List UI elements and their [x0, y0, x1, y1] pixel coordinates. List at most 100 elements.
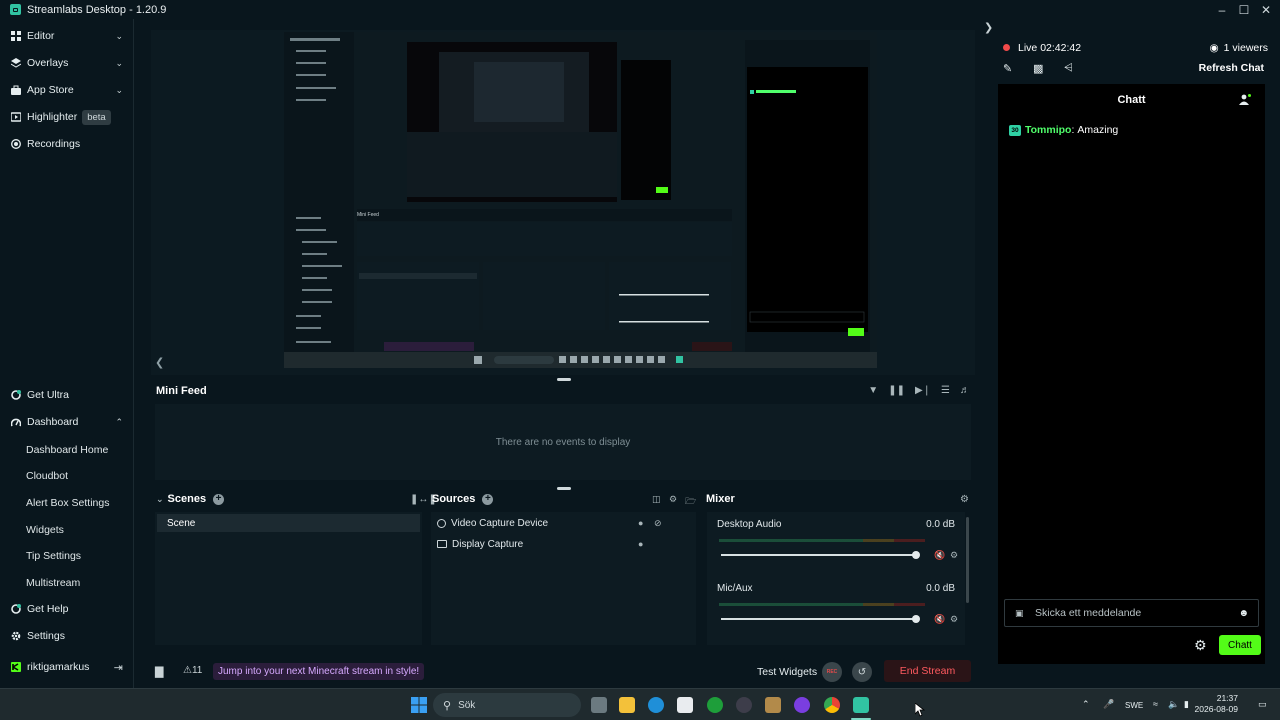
sidebar-item-account[interactable]: riktigamarkus ⇥ — [0, 656, 134, 678]
volume-slider-handle[interactable] — [912, 551, 920, 559]
panels-resize-handle[interactable] — [557, 487, 571, 490]
source-item[interactable]: Display Capture ● — [437, 536, 691, 552]
task-view-icon[interactable] — [591, 697, 607, 713]
gear-icon[interactable]: ⚙ — [960, 494, 969, 505]
close-icon[interactable]: ✕ — [1255, 0, 1277, 19]
taskbar-search[interactable]: ⚲ Sök — [433, 693, 581, 717]
xbox-icon[interactable] — [707, 697, 723, 713]
app-icon[interactable] — [794, 697, 810, 713]
notifications-icon[interactable]: ▭ — [1258, 699, 1267, 710]
status-footer: ▇ ⚠11 Jump into your next Minecraft stre… — [150, 656, 980, 686]
windows-start-icon[interactable] — [411, 697, 427, 713]
chevron-left-icon[interactable]: ❮ — [155, 356, 164, 369]
streamlabs-taskbar-icon[interactable] — [853, 697, 869, 713]
source-folder-icon[interactable]: ◫ — [652, 494, 661, 505]
volume-icon[interactable]: ♬ — [960, 385, 970, 396]
skip-icon[interactable]: ▶❘ — [915, 385, 931, 396]
chat-username[interactable]: Tommipo — [1025, 124, 1071, 136]
mixer-header: Mixer — [706, 493, 735, 505]
minimize-icon[interactable]: – — [1211, 0, 1233, 19]
source-properties-icon[interactable]: ⚙ — [669, 494, 677, 505]
taskbar-clock[interactable]: 21:37 2026-08-09 — [1195, 693, 1238, 715]
widgets-link[interactable]: Widgets — [26, 524, 64, 536]
mute-icon[interactable]: 🔇 — [934, 614, 945, 625]
mute-icon[interactable]: 🔇 — [934, 550, 945, 561]
lock-icon[interactable]: ● — [638, 539, 643, 549]
sidebar-item-label: Get Help — [27, 603, 69, 615]
end-stream-button[interactable]: End Stream — [884, 660, 971, 682]
edit-stream-icon[interactable]: ✎ — [1003, 62, 1012, 75]
gear-icon[interactable]: ⚙ — [1194, 637, 1207, 654]
multistream-link[interactable]: Multistream — [26, 577, 80, 589]
add-source-icon[interactable]: + — [482, 493, 494, 505]
replay-buffer-icon[interactable]: ↺ — [852, 662, 872, 682]
scenes-header: ⌄ Scenes + — [156, 493, 225, 505]
alert-icon[interactable]: ⚠11 — [183, 665, 202, 676]
chrome-icon[interactable] — [824, 697, 840, 713]
share-icon[interactable]: ⩤ — [1064, 62, 1073, 75]
scene-item[interactable]: Scene — [157, 514, 420, 532]
emote-menu-icon[interactable]: ▣ — [1015, 608, 1024, 619]
media-player-icon[interactable] — [736, 697, 752, 713]
stream-preview[interactable]: ❮ Mini Feed — [151, 30, 975, 375]
wifi-icon[interactable]: ≈ — [1153, 699, 1158, 709]
video-icon[interactable]: ▩ — [1033, 62, 1043, 75]
sidebar-item-get-ultra[interactable]: Get Ultra — [0, 384, 134, 406]
promo-banner[interactable]: Jump into your next Minecraft stream in … — [213, 663, 425, 680]
gear-icon[interactable]: ⚙ — [950, 550, 958, 561]
maximize-icon[interactable]: ☐ — [1233, 0, 1255, 19]
chevron-up-icon[interactable]: ⌃ — [1082, 699, 1090, 710]
volume-slider[interactable] — [721, 618, 917, 620]
edge-icon[interactable] — [648, 697, 664, 713]
game-library-icon[interactable] — [765, 697, 781, 713]
lock-icon[interactable]: ● — [638, 518, 643, 528]
add-folder-icon[interactable]: 🗁 — [685, 494, 696, 510]
language-indicator[interactable]: SWE — [1125, 701, 1143, 710]
sidebar-item-editor[interactable]: Editor ⌄ — [0, 25, 134, 47]
sidebar-nav: Editor ⌄ Overlays ⌄ App Store ⌄ Highligh… — [0, 19, 134, 688]
sidebar-item-highlighter[interactable]: Highlighter beta — [0, 106, 134, 128]
chevron-right-icon[interactable]: ❯ — [984, 21, 993, 34]
sidebar-item-overlays[interactable]: Overlays ⌄ — [0, 52, 134, 74]
pause-icon[interactable]: ❚❚ — [888, 385, 905, 396]
cloudbot-link[interactable]: Cloudbot — [26, 470, 68, 482]
filter-icon[interactable]: ▼ — [868, 385, 878, 396]
clear-icon[interactable]: ☰ — [941, 385, 950, 396]
battery-icon[interactable]: ▮ — [1184, 699, 1189, 710]
chevron-down-icon[interactable]: ⌄ — [115, 58, 123, 69]
volume-icon[interactable]: 🔈 — [1168, 699, 1179, 710]
emoji-icon[interactable]: ☻ — [1238, 608, 1249, 619]
sidebar-item-get-help[interactable]: Get Help — [0, 598, 134, 620]
source-item[interactable]: Video Capture Device ● ⊘ — [437, 515, 691, 531]
add-scene-icon[interactable]: + — [213, 493, 225, 505]
file-explorer-icon[interactable] — [619, 697, 635, 713]
logout-icon[interactable]: ⇥ — [114, 661, 123, 674]
sidebar-item-app-store[interactable]: App Store ⌄ — [0, 79, 134, 101]
store-icon[interactable] — [677, 697, 693, 713]
alert-box-settings-link[interactable]: Alert Box Settings — [26, 497, 109, 509]
chevron-down-icon[interactable]: ⌄ — [115, 85, 123, 96]
chevron-down-icon[interactable]: ⌄ — [115, 31, 123, 42]
refresh-chat-button[interactable]: Refresh Chat — [1199, 62, 1264, 74]
visibility-off-icon[interactable]: ⊘ — [654, 518, 662, 529]
dashboard-home-link[interactable]: Dashboard Home — [26, 444, 108, 456]
clock-date: 2026-08-09 — [1194, 704, 1238, 714]
sidebar-item-recordings[interactable]: Recordings — [0, 133, 134, 155]
sidebar-item-dashboard[interactable]: Dashboard ⌃ — [0, 411, 134, 433]
performance-icon[interactable]: ▇ — [155, 665, 163, 678]
record-button[interactable]: REC — [822, 662, 842, 682]
mixer-scrollbar[interactable] — [966, 517, 969, 603]
chat-send-button[interactable]: Chatt — [1219, 635, 1261, 655]
chevron-up-icon[interactable]: ⌃ — [115, 417, 123, 428]
test-widgets-button[interactable]: Test Widgets — [757, 666, 817, 678]
microphone-icon[interactable]: 🎤 — [1103, 699, 1114, 710]
volume-slider[interactable] — [721, 554, 917, 556]
volume-slider-handle[interactable] — [912, 615, 920, 623]
chat-input[interactable] — [1035, 607, 1225, 619]
chevron-down-icon[interactable]: ⌄ — [156, 494, 164, 505]
sidebar-item-settings[interactable]: Settings — [0, 625, 134, 647]
sidebar-item-label: Dashboard — [27, 416, 79, 428]
gear-icon[interactable]: ⚙ — [950, 614, 958, 625]
user-settings-icon[interactable] — [1239, 94, 1251, 105]
tip-settings-link[interactable]: Tip Settings — [26, 550, 81, 562]
